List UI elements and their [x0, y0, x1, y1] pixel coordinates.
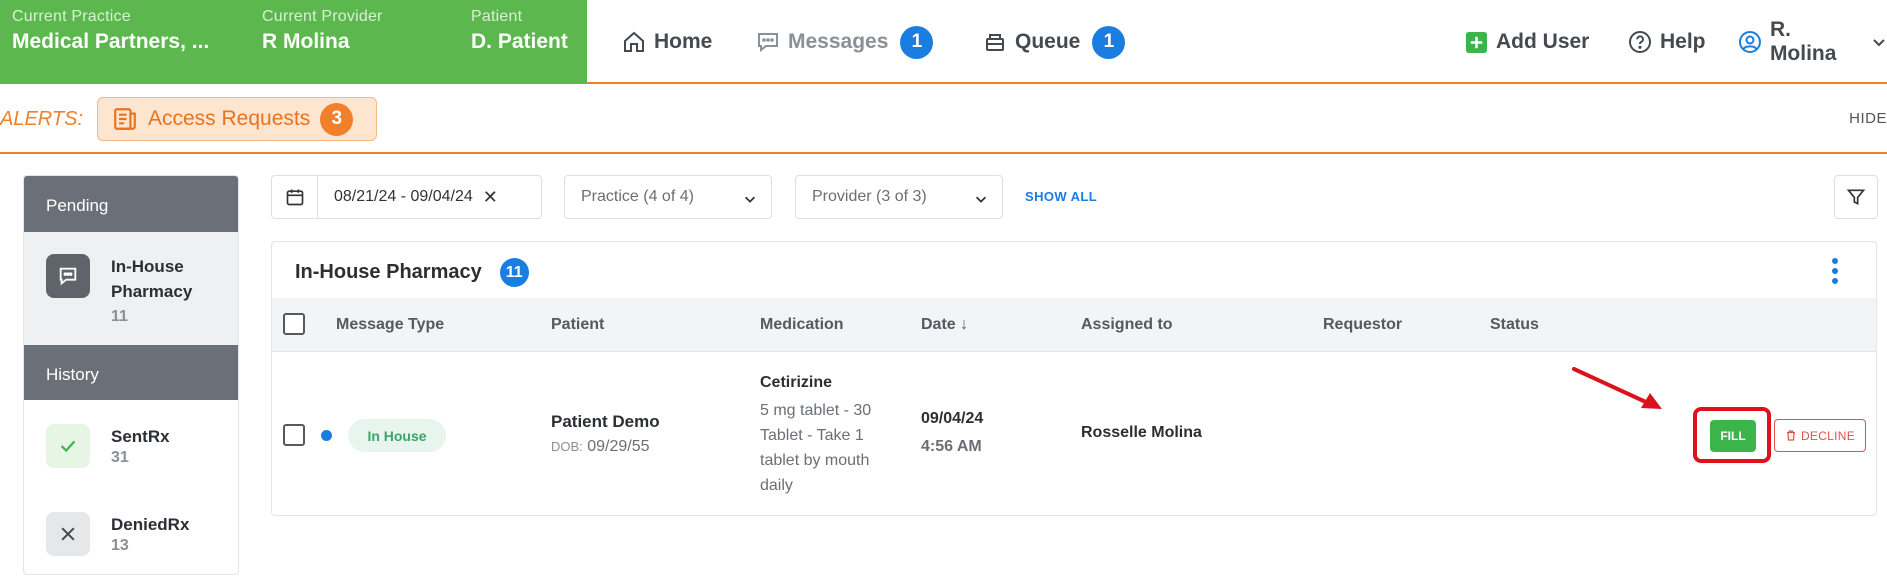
current-practice-label: Current Practice	[12, 8, 131, 25]
column-patient[interactable]: Patient	[551, 316, 604, 334]
column-assigned-to[interactable]: Assigned to	[1081, 316, 1173, 334]
current-provider[interactable]: Current Provider R Molina	[262, 8, 383, 54]
medication-name: Cetirizine	[760, 374, 833, 391]
user-menu[interactable]: R. Molina	[1738, 18, 1887, 65]
date-value: 09/04/24	[921, 410, 984, 427]
column-date[interactable]: Date ↓	[921, 316, 968, 334]
current-patient[interactable]: Patient D. Patient	[471, 8, 568, 54]
dob-value: 09/29/55	[587, 438, 650, 455]
column-message-type[interactable]: Message Type	[336, 316, 444, 334]
access-requests-count-badge: 3	[320, 102, 354, 136]
annotation-arrow-icon	[1572, 367, 1662, 409]
sidebar-item-title: DeniedRx	[111, 515, 190, 534]
column-medication[interactable]: Medication	[760, 316, 844, 334]
practice-filter[interactable]: Practice (4 of 4)	[564, 175, 772, 219]
document-icon	[114, 108, 136, 130]
clear-date-icon[interactable]: ✕	[483, 187, 498, 208]
history-header: History	[24, 345, 238, 400]
check-icon	[46, 424, 90, 468]
home-icon	[624, 31, 644, 52]
patient-name[interactable]: Patient Demo	[551, 412, 660, 432]
add-user-button[interactable]: Add User	[1465, 24, 1589, 60]
nav-queue-label: Queue	[1015, 30, 1081, 53]
show-all-link[interactable]: SHOW ALL	[1025, 189, 1097, 204]
queue-count-badge: 1	[1092, 25, 1126, 59]
add-user-label: Add User	[1496, 30, 1590, 53]
sidebar-item-sentrx[interactable]: SentRx 31	[24, 400, 238, 488]
help-icon	[1629, 31, 1651, 53]
alerts-label: ALERTS:	[0, 108, 83, 130]
date-range-filter[interactable]: 08/21/24 - 09/04/24 ✕	[271, 175, 542, 219]
user-name: R. Molina	[1769, 18, 1837, 65]
panel-title: In-House Pharmacy 11	[295, 258, 529, 287]
context-panel[interactable]: Current Practice Medical Partners, ... C…	[0, 0, 587, 84]
select-all-checkbox[interactable]	[283, 313, 305, 335]
more-options-icon[interactable]	[1830, 256, 1840, 286]
table-header: Message Type Patient Medication Date ↓ A…	[272, 298, 1876, 352]
access-requests-label: Access Requests	[148, 107, 311, 130]
sidebar-item-count: 31	[111, 449, 129, 466]
current-provider-label: Current Provider	[262, 8, 383, 25]
help-label: Help	[1660, 30, 1706, 53]
access-requests-button[interactable]: Access Requests 3	[97, 97, 377, 141]
panel-count-badge: 11	[499, 258, 529, 287]
message-type-badge: In House	[348, 419, 446, 452]
messages-count-badge: 1	[900, 25, 934, 59]
chevron-down-icon	[745, 196, 755, 203]
user-circle-icon	[1738, 31, 1761, 53]
sidebar-item-count: 11	[111, 308, 128, 325]
nav-queue[interactable]: Queue 1	[983, 24, 1126, 60]
sidebar-item-title: In-House Pharmacy	[111, 257, 193, 301]
chat-icon	[758, 33, 778, 53]
nav-home[interactable]: Home	[622, 24, 712, 60]
sidebar-item-in-house-pharmacy[interactable]: In-House Pharmacy 11	[24, 232, 238, 345]
nav-messages[interactable]: Messages 1	[756, 24, 934, 60]
panel-title-text: In-House Pharmacy	[295, 261, 482, 283]
time-value: 4:56 AM	[921, 438, 982, 455]
x-icon	[46, 512, 90, 556]
column-status[interactable]: Status	[1490, 316, 1539, 334]
practice-filter-value: Practice (4 of 4)	[581, 188, 694, 205]
sidebar-item-title: SentRx	[111, 427, 170, 446]
dob-label: DOB:	[551, 439, 583, 454]
fill-button[interactable]: FILL	[1710, 420, 1756, 452]
column-requestor[interactable]: Requestor	[1323, 316, 1402, 334]
filter-button[interactable]	[1834, 175, 1878, 219]
provider-filter-value: Provider (3 of 3)	[812, 188, 927, 205]
sidebar: Pending In-House Pharmacy 11 History Sen…	[23, 175, 239, 575]
plus-square-icon	[1465, 31, 1488, 53]
filter-icon	[1846, 189, 1866, 206]
queue-icon	[986, 34, 1004, 51]
help-button[interactable]: Help	[1628, 24, 1706, 60]
nav-home-label: Home	[654, 30, 713, 53]
current-practice[interactable]: Current Practice Medical Partners, ...	[12, 8, 209, 54]
chevron-down-icon	[976, 196, 986, 203]
sidebar-item-count: 13	[111, 537, 129, 554]
pending-header: Pending	[24, 176, 238, 232]
decline-button[interactable]: DECLINE	[1774, 419, 1866, 452]
medication-detail: 5 mg tablet - 30 Tablet - Take 1 tablet …	[760, 402, 872, 494]
sidebar-item-deniedrx[interactable]: DeniedRx 13	[24, 488, 238, 574]
patient-dob: DOB: 09/29/55	[551, 438, 650, 456]
assigned-to-value: Rosselle Molina	[1081, 424, 1202, 441]
provider-filter[interactable]: Provider (3 of 3)	[795, 175, 1003, 219]
unread-dot	[321, 430, 332, 441]
decline-label: DECLINE	[1800, 428, 1856, 443]
alerts-bar: ALERTS: Access Requests 3 HIDE	[0, 84, 1887, 154]
trash-icon	[1786, 430, 1795, 441]
chevron-down-icon	[1873, 39, 1885, 47]
top-bar: Current Practice Medical Partners, ... C…	[0, 0, 1887, 84]
current-provider-value: R Molina	[262, 30, 350, 53]
current-patient-label: Patient	[471, 8, 523, 25]
calendar-button[interactable]	[272, 176, 318, 218]
date-range-value: 08/21/24 - 09/04/24	[334, 188, 473, 205]
calendar-icon	[286, 189, 303, 206]
row-checkbox[interactable]	[283, 424, 305, 446]
hide-alerts-link[interactable]: HIDE	[1849, 110, 1887, 127]
current-patient-value: D. Patient	[471, 30, 568, 53]
nav-messages-label: Messages	[788, 30, 889, 53]
current-practice-value: Medical Partners, ...	[12, 30, 210, 53]
chat-icon	[46, 254, 90, 298]
